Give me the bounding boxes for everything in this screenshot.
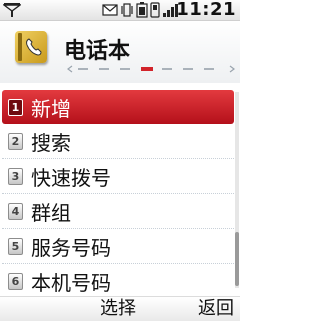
page-dot — [204, 68, 214, 70]
menu-item-speed-dial[interactable]: 3 快速拨号 — [2, 159, 234, 194]
menu-item-label: 新增 — [31, 96, 71, 121]
page-dot — [78, 68, 88, 70]
menu-item-own-number[interactable]: 6 本机号码 — [2, 264, 234, 299]
page-dot — [162, 68, 172, 70]
phone-icon — [150, 2, 160, 18]
number-badge: 5 — [8, 237, 23, 255]
signal-bars-icon — [3, 3, 21, 17]
scrollbar[interactable] — [235, 92, 239, 288]
page-dot-active — [141, 67, 153, 71]
battery-icon — [136, 2, 148, 18]
menu-item-add[interactable]: 1 新增 — [2, 90, 234, 124]
phonebook-icon — [15, 31, 47, 63]
back-softkey[interactable]: 返回 — [198, 297, 234, 321]
softkey-bar: 选择 返回 — [0, 296, 240, 321]
menu-item-label: 搜索 — [31, 130, 71, 155]
select-softkey[interactable]: 选择 — [100, 297, 136, 321]
number-badge: 4 — [8, 202, 23, 220]
menu-item-search[interactable]: 2 搜索 — [2, 124, 234, 159]
menu-item-service-numbers[interactable]: 5 服务号码 — [2, 229, 234, 264]
menu-item-label: 本机号码 — [31, 270, 111, 295]
page-dot — [120, 68, 130, 70]
page-dot — [183, 68, 193, 70]
message-envelope-icon — [102, 4, 118, 16]
number-badge: 2 — [8, 132, 23, 150]
vibrate-icon — [121, 3, 133, 17]
menu-item-groups[interactable]: 4 群组 — [2, 194, 234, 229]
menu-list: 1 新增 2 搜索 3 快速拨号 4 群组 5 服务号码 6 本机号码 — [0, 90, 240, 299]
clock-time: 11:21 — [176, 0, 236, 20]
number-badge: 6 — [8, 272, 23, 290]
status-bar: 11:21 — [0, 0, 240, 21]
page-title: 电话本 — [64, 39, 131, 64]
page-right-arrow-icon — [229, 65, 235, 73]
menu-item-label: 快速拨号 — [31, 165, 111, 190]
number-badge: 3 — [8, 167, 23, 185]
page-indicator — [67, 65, 235, 73]
scrollbar-thumb[interactable] — [235, 232, 239, 286]
page-left-arrow-icon — [67, 65, 73, 73]
menu-item-label: 服务号码 — [31, 235, 111, 260]
page-header: 电话本 — [0, 21, 240, 83]
number-badge: 1 — [8, 98, 23, 116]
page-dot — [99, 68, 109, 70]
menu-item-label: 群组 — [31, 200, 71, 225]
